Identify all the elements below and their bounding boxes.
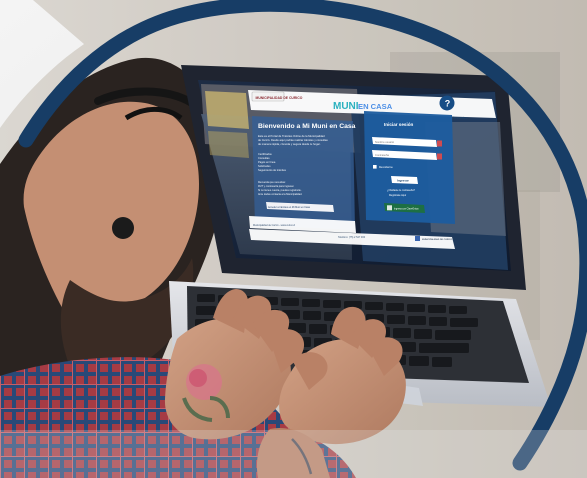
register-link[interactable]: Regístrate Aquí bbox=[389, 194, 407, 197]
password-required-mark bbox=[437, 153, 442, 160]
remember-checkbox[interactable] bbox=[373, 165, 377, 169]
muni-brand: MUNI EN CASA bbox=[333, 101, 393, 112]
service-3: Pagos en línea bbox=[258, 160, 276, 164]
intro-line-1: Este es el Portal de Trámites Online de … bbox=[258, 134, 325, 138]
clave-unica-label[interactable]: Ingresa con ClaveÚnica bbox=[394, 208, 419, 211]
bottom-fade bbox=[0, 430, 587, 478]
footer-contact: Teléfono: (75) 2 547 000 bbox=[338, 236, 366, 239]
laptop-photo: MUNICIPALIDAD DE CURICO MUNI EN CASA ? P… bbox=[0, 0, 587, 478]
intro-line-3: de manera rápida, cómoda y segura desde … bbox=[258, 142, 321, 146]
ear-gauge bbox=[112, 217, 134, 239]
login-button-label[interactable]: Ingresar bbox=[397, 179, 410, 183]
info-4: Ante dudas contacta a la Municipalidad. bbox=[258, 193, 303, 196]
brand-suffix: EN CASA bbox=[358, 102, 393, 111]
service-1: Certificados bbox=[258, 152, 272, 156]
info-3: Si no tienes cuenta, puedes registrarte. bbox=[258, 189, 302, 192]
password-placeholder: Contraseña bbox=[375, 153, 389, 157]
left-access-button-label[interactable]: Acceder a trámites en Mi Muni en Casa bbox=[268, 206, 311, 209]
forgot-password-link[interactable]: ¿Olvidaste tu contraseña? bbox=[387, 189, 416, 192]
left-footer-text: Municipalidad de Curicó - www.curico.cl bbox=[253, 224, 296, 227]
facebook-icon[interactable] bbox=[415, 236, 420, 241]
username-required-mark bbox=[437, 140, 442, 147]
footer-brand: MUNICIPALIDAD DE CURICO bbox=[422, 238, 453, 241]
intro-line-2: de Curicó. Desde aquí podrás realizar tr… bbox=[258, 138, 328, 142]
login-title: Iniciar sesión bbox=[384, 122, 414, 127]
clave-unica-icon bbox=[387, 205, 392, 211]
photo-stage: MUNICIPALIDAD DE CURICO MUNI EN CASA ? P… bbox=[0, 0, 587, 478]
remember-label: Recordarme bbox=[379, 166, 393, 169]
brand-name: MUNI bbox=[333, 101, 359, 112]
question-mark-icon: ? bbox=[445, 99, 451, 109]
info-1: Recuerda que necesitas: bbox=[258, 181, 286, 184]
welcome-panel bbox=[252, 116, 355, 230]
username-placeholder: Nombre usuario bbox=[375, 140, 395, 144]
service-5: Seguimiento de trámites bbox=[258, 168, 287, 172]
municipality-name: MUNICIPALIDAD DE CURICO bbox=[256, 96, 303, 100]
service-2: Consultas bbox=[258, 156, 270, 160]
welcome-title: Bienvenido a Mi Muni en Casa bbox=[258, 123, 356, 130]
service-4: Solicitudes bbox=[258, 164, 271, 168]
info-2: RUT y contraseña para ingresar. bbox=[258, 185, 294, 188]
